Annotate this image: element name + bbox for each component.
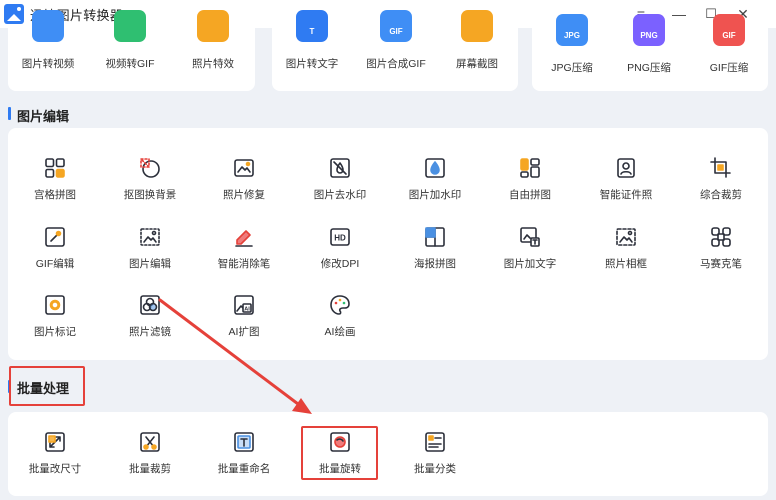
- annotation-arrow: [158, 298, 312, 414]
